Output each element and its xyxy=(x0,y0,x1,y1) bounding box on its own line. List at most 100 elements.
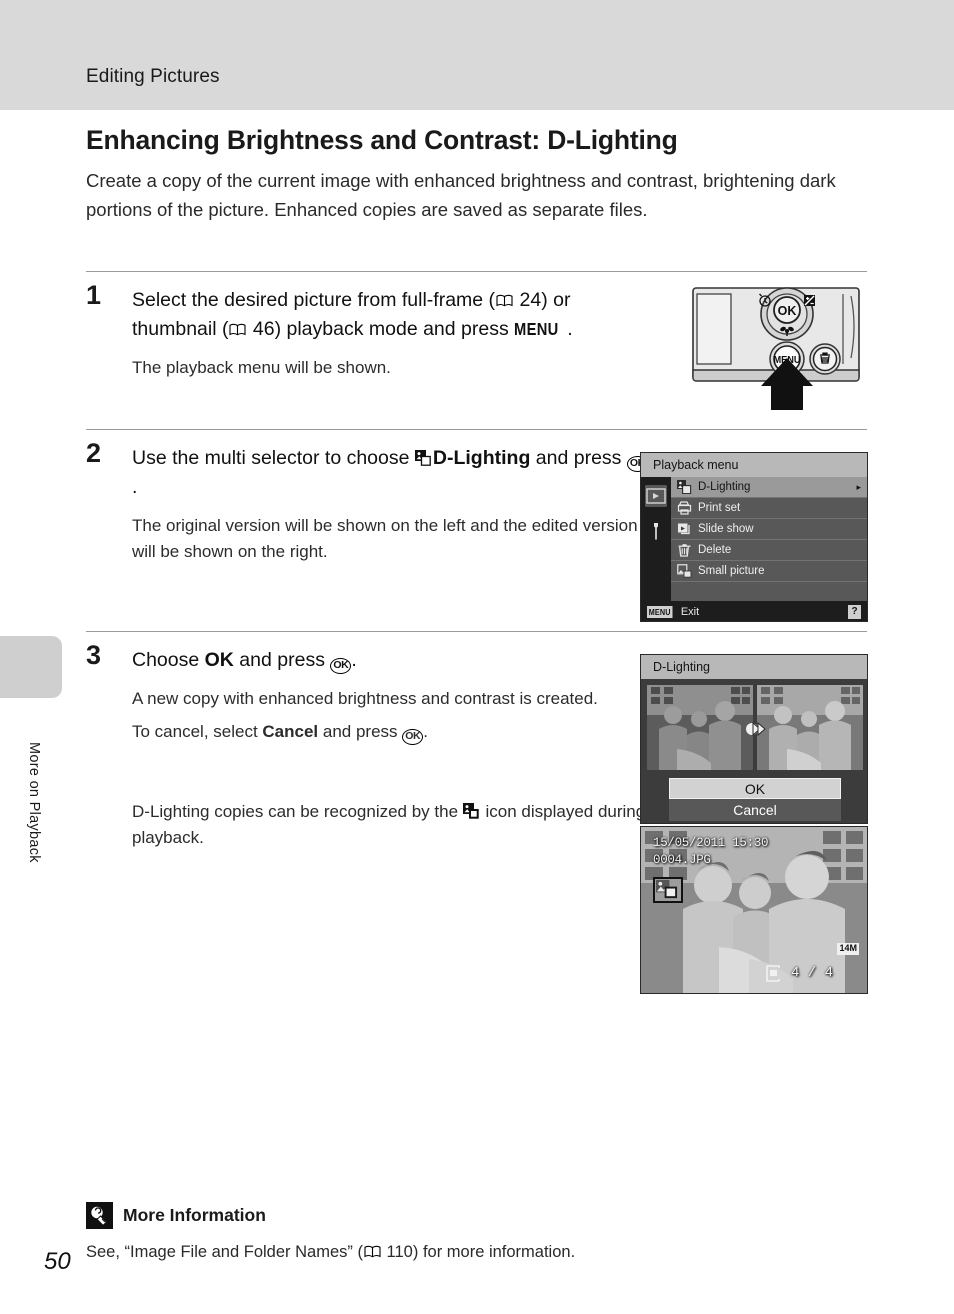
step-1-text-a: Select the desired picture from full-fra… xyxy=(132,289,496,311)
menu-item-label: Slide show xyxy=(698,523,754,535)
step-2-text-end: . xyxy=(132,476,138,498)
step-3-badge-text-a: D-Lighting copies can be recognized by t… xyxy=(132,802,463,821)
memory-card-icon xyxy=(765,965,781,982)
svg-text:OK: OK xyxy=(778,304,797,318)
playback-tab-icon[interactable] xyxy=(645,485,667,507)
step-3-note-3: D-Lighting copies can be recognized by t… xyxy=(132,799,652,851)
step-3-text-a: Choose xyxy=(132,649,205,671)
d-lighting-screen: D-Lighting OK Cancel xyxy=(640,654,868,824)
playback-menu-screen: Playback menu D-Lighting ▸ Print set Sli… xyxy=(640,452,868,622)
step-3-bold: OK xyxy=(204,649,234,671)
step-2-number: 2 xyxy=(86,438,102,468)
d-lighting-copy-icon xyxy=(653,877,683,903)
step-3-text-b: and press xyxy=(233,649,331,671)
d-lighting-body: OK Cancel xyxy=(641,679,867,823)
menu-button-glyph: MENU xyxy=(514,319,559,339)
step-1-ref-1: 24 xyxy=(519,289,542,311)
playback-menu-body: D-Lighting ▸ Print set Slide show Delete… xyxy=(641,477,867,601)
step-3-cancel-bold: Cancel xyxy=(262,722,319,741)
d-lighting-title: D-Lighting xyxy=(641,655,867,679)
divider-above-step-2 xyxy=(86,429,867,430)
step-2-note: The original version will be shown on th… xyxy=(132,516,638,561)
step-1-number: 1 xyxy=(86,280,102,310)
menu-item-label: D-Lighting xyxy=(698,481,751,493)
step-3-cancel-text-a: To cancel, select xyxy=(132,722,263,741)
original-image-thumb xyxy=(647,685,753,770)
image-size-badge: 14M xyxy=(837,943,859,955)
more-information-ref: 110 xyxy=(386,1243,413,1261)
chevron-right-icon: ▸ xyxy=(856,481,861,492)
delete-icon xyxy=(677,543,692,557)
step-1-ref-2: 46 xyxy=(252,318,275,340)
d-lighting-preview-pair xyxy=(647,685,863,770)
d-lighting-copy-icon xyxy=(462,801,479,819)
menu-badge-icon: MENU xyxy=(647,605,673,618)
menu-item-delete[interactable]: Delete xyxy=(671,540,867,561)
divider-above-step-1 xyxy=(86,271,867,272)
step-2-text-b: and press xyxy=(530,447,627,469)
cancel-button[interactable]: Cancel xyxy=(669,799,841,821)
transform-arrow-icon xyxy=(744,721,766,737)
step-3-number: 3 xyxy=(86,640,102,670)
chapter-thumb-tab xyxy=(0,636,62,698)
menu-item-slide-show[interactable]: Slide show xyxy=(671,519,867,540)
more-information-text-b: ) for more information. xyxy=(412,1243,576,1261)
slide-show-icon xyxy=(677,522,692,536)
step-1-instruction: Select the desired picture from full-fra… xyxy=(132,286,652,344)
section-intro: Create a copy of the current image with … xyxy=(86,170,836,220)
more-information-box: More Information See, “Image File and Fo… xyxy=(86,1202,867,1262)
more-information-header: More Information xyxy=(86,1202,867,1229)
menu-item-label: Small picture xyxy=(698,565,765,577)
step-1-note: The playback menu will be shown. xyxy=(132,358,391,377)
full-frame-playback-screen: 15/05/2011 15:30 0004.JPG 4 / 4 14M xyxy=(640,826,868,994)
running-header-band xyxy=(0,0,954,110)
playback-datetime: 15/05/2011 15:30 xyxy=(653,836,769,850)
playback-menu-title: Playback menu xyxy=(641,453,867,477)
page-title: Enhancing Brightness and Contrast: D-Lig… xyxy=(86,125,678,155)
d-lighting-buttons: OK Cancel xyxy=(669,778,841,821)
ok-button-glyph: OK xyxy=(402,729,424,745)
d-lighting-icon xyxy=(414,446,431,466)
ok-button[interactable]: OK xyxy=(669,778,841,799)
menu-item-small-picture[interactable]: Small picture xyxy=(671,561,867,582)
camera-back-illustration: OK MENU xyxy=(691,286,867,410)
step-2-text-a: Use the multi selector to choose xyxy=(132,447,415,469)
playback-menu-tab-column xyxy=(641,477,671,601)
menu-item-print-set[interactable]: Print set xyxy=(671,498,867,519)
playback-menu-footer: MENU Exit ? xyxy=(641,601,867,621)
step-3-cancel-text-end: . xyxy=(423,722,428,741)
step-3-cancel-text-b: and press xyxy=(318,722,403,741)
playback-image: 15/05/2011 15:30 0004.JPG 4 / 4 14M xyxy=(641,827,867,993)
menu-item-label: Print set xyxy=(698,502,741,514)
menu-item-label: Delete xyxy=(698,544,732,556)
edited-image-thumb xyxy=(757,685,863,770)
chapter-thumb-tab-label: More on Playback xyxy=(26,742,42,863)
menu-exit-label: Exit xyxy=(680,605,700,618)
step-1-text-end: . xyxy=(567,318,573,340)
frame-counter: 4 / 4 xyxy=(790,965,833,981)
step-1-text-c: ) playback mode and press xyxy=(274,318,515,340)
help-icon[interactable]: ? xyxy=(848,604,861,619)
playback-filename: 0004.JPG xyxy=(653,853,711,867)
menu-list-filler xyxy=(671,582,867,601)
step-2-instruction: Use the multi selector to choose D-Light… xyxy=(132,444,652,502)
divider-above-step-3 xyxy=(86,631,867,632)
step-3-instruction: Choose OK and press OK. xyxy=(132,646,652,675)
page-number: 50 xyxy=(44,1248,71,1275)
page-reference-icon xyxy=(364,1245,381,1258)
step-3-text-end: . xyxy=(351,649,357,671)
more-information-text: See, “Image File and Folder Names” ( 110… xyxy=(86,1243,867,1262)
menu-item-d-lighting[interactable]: D-Lighting ▸ xyxy=(671,477,867,498)
playback-menu-list: D-Lighting ▸ Print set Slide show Delete… xyxy=(671,477,867,601)
print-set-icon xyxy=(677,501,692,515)
page-reference-icon xyxy=(496,294,513,307)
small-picture-icon xyxy=(677,564,692,578)
more-information-title: More Information xyxy=(123,1205,266,1225)
page-reference-icon xyxy=(229,323,247,336)
step-3-note-2: To cancel, select Cancel and press OK. xyxy=(132,719,652,745)
more-information-text-a: See, “Image File and Folder Names” ( xyxy=(86,1243,363,1261)
d-lighting-icon xyxy=(677,480,692,495)
light-bulb-icon xyxy=(86,1202,113,1229)
setup-tab-icon[interactable] xyxy=(645,521,667,543)
step-3-note-1: A new copy with enhanced brightness and … xyxy=(132,689,598,708)
